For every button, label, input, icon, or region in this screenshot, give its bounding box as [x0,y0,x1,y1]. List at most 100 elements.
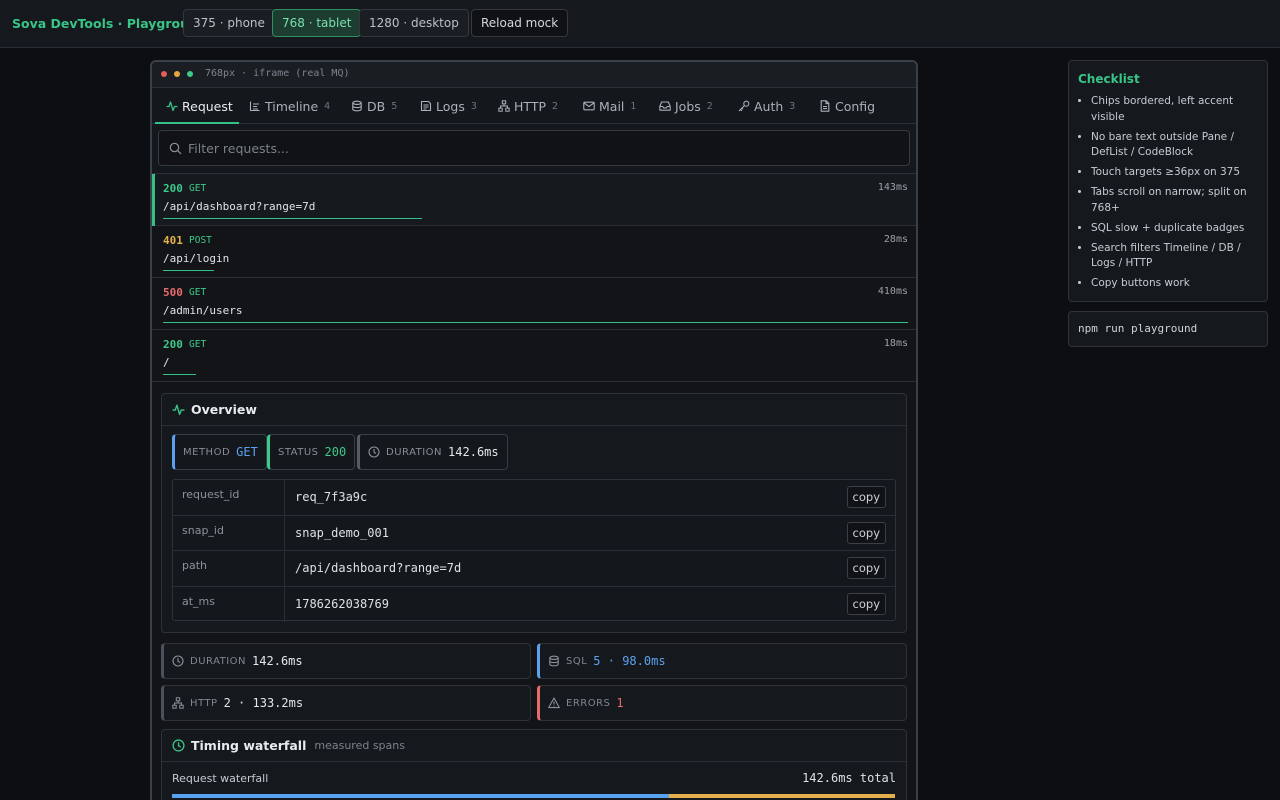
duration-bar [163,218,422,219]
clock-icon [368,446,380,458]
http-method: GET [189,183,207,194]
tab-count: 2 [706,100,713,112]
filter-bar [152,124,916,174]
duration-chip: DURATION 142.6ms [357,434,508,470]
tab-count: 3 [470,100,477,112]
database-icon [549,655,559,667]
tab-count: 5 [391,100,398,112]
status-chip: STATUS 200 [267,434,356,470]
checklist-item: Touch targets ≥36px on 375 [1091,165,1258,181]
request-duration: 18ms [883,338,908,349]
waterfall-total: 142.6ms total [802,771,896,785]
def-row-path: path /api/dashboard?range=7d copy [173,551,895,587]
request-row[interactable]: 401 POST /api/login 28ms [152,226,916,278]
def-row-snap-id: snap_id snap_demo_001 copy [173,515,895,551]
viewport-desktop-button[interactable]: 1280 · desktop [359,9,469,37]
activity-icon [166,101,178,112]
tab-label: Jobs [675,98,701,114]
request-row[interactable]: 200 GET /api/dashboard?range=7d 143ms [152,174,916,226]
tab-logs[interactable]: Logs 3 [420,88,477,124]
checklist-item: Chips bordered, left accent visible [1091,94,1258,125]
duration-bar [163,322,908,323]
request-row[interactable]: 200 GET / 18ms [152,330,916,382]
waterfall-header: Timing waterfall measured spans [162,730,906,762]
file-icon [820,100,830,112]
top-bar: Sova DevTools · Playground 375 · phone 7… [0,0,1280,48]
stat-value: 1 [616,696,624,710]
tab-timeline[interactable]: Timeline 4 [249,88,330,124]
reload-mock-button[interactable]: Reload mock [471,9,569,37]
request-path: /api/login [163,252,230,265]
def-value: 1786262038769 [295,596,389,611]
status-code: 401 [163,234,183,247]
viewport-phone-button[interactable]: 375 · phone [183,9,275,37]
logs-icon [420,100,432,112]
request-path: / [163,356,170,369]
def-key: path [173,551,285,586]
clock-icon [172,655,184,667]
sql-stat: SQL 5 · 98.0ms [537,643,907,679]
pane-subtitle: measured spans [314,739,405,752]
request-list: 200 GET /api/dashboard?range=7d 143ms 40… [152,174,916,382]
timing-waterfall-pane: Timing waterfall measured spans Request … [161,729,907,800]
tab-label: Auth [754,98,784,114]
stat-key: SQL [566,655,588,667]
definition-list: request_id req_7f3a9c copy snap_id snap_… [172,479,896,622]
stat-key: DURATION [190,655,247,667]
tab-db[interactable]: DB 5 [351,88,397,124]
status-code: 200 [163,182,183,195]
copy-button[interactable]: copy [846,592,886,615]
search-input[interactable] [188,140,888,156]
tab-request[interactable]: Request [166,88,233,124]
checklist-panel: Checklist Chips bordered, left accent vi… [1068,60,1268,302]
tab-label: Logs [436,98,465,114]
pane-title: Overview [191,402,257,417]
waterfall-span-bar [669,794,895,798]
chip-key: METHOD [183,446,231,458]
tab-http[interactable]: HTTP 2 [498,88,558,124]
device-title-bar: 768px · iframe (real MQ) [152,62,916,88]
request-duration: 143ms [877,182,908,193]
copy-button[interactable]: copy [846,486,886,508]
checklist-item: Search filters Timeline / DB / Logs / HT… [1091,241,1258,272]
activity-icon [172,404,185,416]
def-value: req_7f3a9c [295,490,368,504]
duration-bar [163,374,196,375]
tab-label: Config [835,98,876,114]
request-row[interactable]: 500 GET /admin/users 410ms [152,278,916,330]
tab-count: 2 [552,100,559,112]
request-detail: Overview METHOD GET STATUS 200 DURATION … [152,384,916,800]
tab-config[interactable]: Config [819,88,875,124]
def-key: request_id [173,480,285,515]
filter-field[interactable] [158,130,910,166]
chip-key: DURATION [386,446,443,458]
warning-icon [548,697,560,709]
chip-key: STATUS [278,446,319,458]
chip-value: GET [236,445,258,459]
def-row-request-id: request_id req_7f3a9c copy [173,480,895,516]
status-code: 200 [163,338,183,351]
request-path: /api/dashboard?range=7d [163,200,316,213]
duration-bar [163,270,214,271]
duration-stat: DURATION 142.6ms [161,643,531,679]
tab-label: Mail [599,98,625,114]
request-duration: 410ms [877,286,908,297]
tab-jobs[interactable]: Jobs 2 [659,88,713,124]
checklist-title: Checklist [1078,72,1140,86]
checklist-item: Copy buttons work [1091,276,1258,292]
network-icon [172,697,184,709]
copy-button[interactable]: copy [846,557,886,579]
tab-mail[interactable]: Mail 1 [583,88,636,124]
overview-header: Overview [162,394,906,426]
app-title: Sova DevTools · Playground [12,16,207,31]
command-block: npm run playground [1068,311,1268,347]
waterfall-label: Request waterfall [172,772,269,785]
status-code: 500 [163,286,183,299]
def-row-at-ms: at_ms 1786262038769 copy [173,586,895,622]
tab-auth[interactable]: Auth 3 [738,88,795,124]
copy-button[interactable]: copy [846,521,886,544]
def-key: at_ms [173,586,285,622]
viewport-tablet-button[interactable]: 768 · tablet [272,9,362,37]
device-label: 768px · iframe (real MQ) [205,68,350,79]
tab-label: DB [367,98,386,114]
